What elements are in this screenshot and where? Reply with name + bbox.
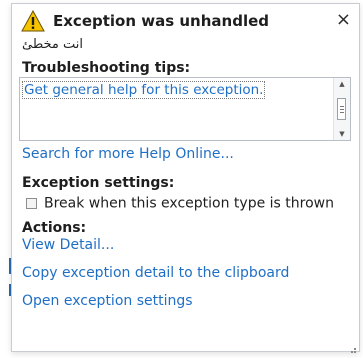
dialog-title: Exception was unhandled — [53, 12, 269, 30]
exception-message: انت مخطئ — [22, 37, 83, 52]
resize-grip-icon[interactable] — [347, 339, 357, 353]
exception-assistant-dialog: Exception was unhandled × انت مخطئ Troub… — [11, 3, 360, 353]
troubleshooting-heading: Troubleshooting tips: — [22, 60, 191, 76]
scroll-up-icon[interactable]: ▲ — [334, 78, 350, 90]
copy-detail-link[interactable]: Copy exception detail to the clipboard — [22, 265, 289, 281]
actions-heading: Actions: — [22, 220, 87, 236]
scroll-thumb[interactable] — [337, 98, 346, 120]
view-detail-link[interactable]: View Detail... — [22, 237, 114, 253]
troubleshooting-tips-list: Get general help for this exception. ▲ ▼ — [19, 77, 351, 141]
tips-scrollbar[interactable]: ▲ ▼ — [333, 78, 350, 140]
tip-link-general-help[interactable]: Get general help for this exception. — [22, 81, 266, 99]
title-bar: Exception was unhandled × — [21, 10, 353, 34]
warning-icon — [21, 9, 45, 32]
search-help-online-link[interactable]: Search for more Help Online... — [22, 146, 234, 162]
break-on-throw-label: Break when this exception type is thrown — [44, 195, 334, 212]
break-on-throw-option[interactable]: Break when this exception type is thrown — [26, 193, 334, 212]
open-exception-settings-link[interactable]: Open exception settings — [22, 293, 193, 309]
close-icon[interactable]: × — [336, 10, 351, 30]
exception-settings-heading: Exception settings: — [22, 175, 175, 191]
break-on-throw-checkbox[interactable] — [26, 198, 37, 209]
scroll-down-icon[interactable]: ▼ — [334, 128, 350, 140]
